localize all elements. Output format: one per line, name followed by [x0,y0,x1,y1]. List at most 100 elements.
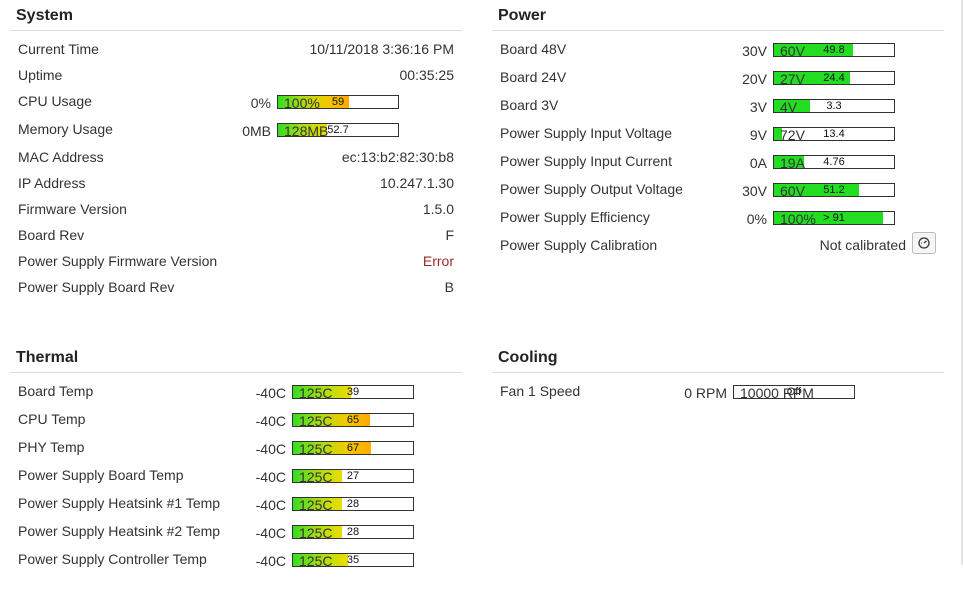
ip-value: 10.247.1.30 [380,175,454,191]
thermal-row-min: -40C [255,469,286,485]
row-fan-1: Fan 1 Speed 0 RPM Off 10000 RPM [492,381,944,409]
power-row: Board 24V 20V 24.4 27V [492,67,944,95]
fan-1-label: Fan 1 Speed [500,383,581,399]
thermal-row: Board Temp -40C 39 125C [10,381,462,409]
calibration-label: Power Supply Calibration [500,237,658,253]
thermal-row-max: 125C [299,413,333,429]
power-row-label: Power Supply Input Voltage [500,125,673,141]
thermal-row-max: 125C [299,553,333,569]
system-panel: System Current Time 10/11/2018 3:36:16 P… [10,6,462,303]
power-row-max: 19A [780,155,805,171]
thermal-row-label: Power Supply Heatsink #1 Temp [18,495,221,511]
calibration-value: Not calibrated [819,237,906,253]
power-row: Power Supply Input Voltage 9V 13.4 72V [492,123,944,151]
power-row-min: 3V [749,99,767,115]
firmware-label: Firmware Version [18,201,127,217]
ip-label: IP Address [18,175,86,191]
cooling-title: Cooling [492,348,944,373]
ps-board-rev-label: Power Supply Board Rev [18,279,175,295]
thermal-row: Power Supply Heatsink #1 Temp -40C 28 125C [10,493,462,521]
thermal-row: PHY Temp -40C 67 125C [10,437,462,465]
thermal-row: Power Supply Board Temp -40C 27 125C [10,465,462,493]
thermal-row-max: 125C [299,469,333,485]
cooling-panel: Cooling Fan 1 Speed 0 RPM Off 10000 RPM [492,348,944,409]
power-row-max: 60V [780,43,805,59]
mac-value: ec:13:b2:82:30:b8 [341,149,454,165]
power-panel: Power Board 48V 30V 49.8 60V Board 24V 20V 24.… [492,6,944,263]
system-title: System [10,6,462,31]
fan-min: 0 RPM [684,385,727,401]
row-memory-usage: Memory Usage 0MB 52.7 128MB [10,119,462,147]
power-row-min: 30V [742,183,767,199]
power-title: Power [492,6,944,31]
thermal-row-label: PHY Temp [18,439,85,455]
row-calibration: Power Supply Calibration Not calibrated [492,232,944,263]
power-row: Power Supply Input Current 0A 4.76 19A [492,151,944,179]
cpu-min: 0% [250,95,271,111]
power-row-label: Board 48V [500,41,567,57]
power-row-min: 9V [749,127,767,143]
thermal-row-min: -40C [255,497,286,513]
row-ip: IP Address 10.247.1.30 [10,173,462,199]
row-current-time: Current Time 10/11/2018 3:36:16 PM [10,39,462,65]
power-row-min: 0% [746,211,767,227]
power-row-label: Power Supply Efficiency [500,209,650,225]
thermal-row-max: 125C [299,385,333,401]
thermal-row: CPU Temp -40C 65 125C [10,409,462,437]
power-row: Power Supply Efficiency 0% > 91 100% [492,207,944,235]
memory-usage-label: Memory Usage [18,121,113,137]
uptime-label: Uptime [18,67,63,83]
thermal-row-min: -40C [255,413,286,429]
power-row-max: 72V [780,127,805,143]
thermal-row-label: Power Supply Board Temp [18,467,184,483]
power-row-label: Power Supply Output Voltage [500,181,683,197]
cpu-max: 100% [284,95,320,111]
calibrate-button[interactable] [912,232,936,254]
power-row-label: Board 24V [500,69,567,85]
board-rev-label: Board Rev [18,227,85,243]
power-row-label: Power Supply Input Current [500,153,672,169]
ps-board-rev-value: B [444,279,454,295]
thermal-row: Power Supply Heatsink #2 Temp -40C 28 125C [10,521,462,549]
thermal-row-min: -40C [255,525,286,541]
row-firmware: Firmware Version 1.5.0 [10,199,462,225]
power-row: Board 48V 30V 49.8 60V [492,39,944,67]
current-time-value: 10/11/2018 3:36:16 PM [309,41,454,57]
thermal-row-max: 125C [299,525,333,541]
row-cpu-usage: CPU Usage 0% 59 100% [10,91,462,119]
thermal-row-label: Board Temp [18,383,94,399]
thermal-row-label: Power Supply Heatsink #2 Temp [18,523,221,539]
thermal-row-label: Power Supply Controller Temp [18,551,207,567]
power-row-min: 20V [742,71,767,87]
power-row-max: 60V [780,183,805,199]
power-row-max: 100% [780,211,816,227]
power-row-label: Board 3V [500,97,559,113]
ps-firmware-value: Error [422,253,454,269]
thermal-panel: Thermal Board Temp -40C 39 125C CPU Temp -40C… [10,348,462,577]
thermal-row: Power Supply Controller Temp -40C 35 125C [10,549,462,577]
thermal-row-max: 125C [299,497,333,513]
gauge-icon [918,237,930,249]
power-row-max: 27V [780,71,805,87]
ps-firmware-label: Power Supply Firmware Version [18,253,218,269]
thermal-row-min: -40C [255,385,286,401]
fan-max: 10000 RPM [740,385,814,401]
mem-max: 128MB [284,123,329,139]
thermal-title: Thermal [10,348,462,373]
mac-label: MAC Address [18,149,104,165]
power-row-min: 30V [742,43,767,59]
power-row: Board 3V 3V 3.3 4V [492,95,944,123]
power-row-max: 4V [780,99,798,115]
cpu-usage-label: CPU Usage [18,93,92,109]
power-row: Power Supply Output Voltage 30V 51.2 60V [492,179,944,207]
uptime-value: 00:35:25 [399,67,455,83]
mem-min: 0MB [242,123,271,139]
firmware-value: 1.5.0 [422,201,454,217]
row-mac: MAC Address ec:13:b2:82:30:b8 [10,147,462,173]
current-time-label: Current Time [18,41,99,57]
board-rev-value: F [445,227,454,243]
thermal-row-min: -40C [255,441,286,457]
row-uptime: Uptime 00:35:25 [10,65,462,91]
row-board-rev: Board Rev F [10,225,462,251]
power-row-min: 0A [749,155,767,171]
